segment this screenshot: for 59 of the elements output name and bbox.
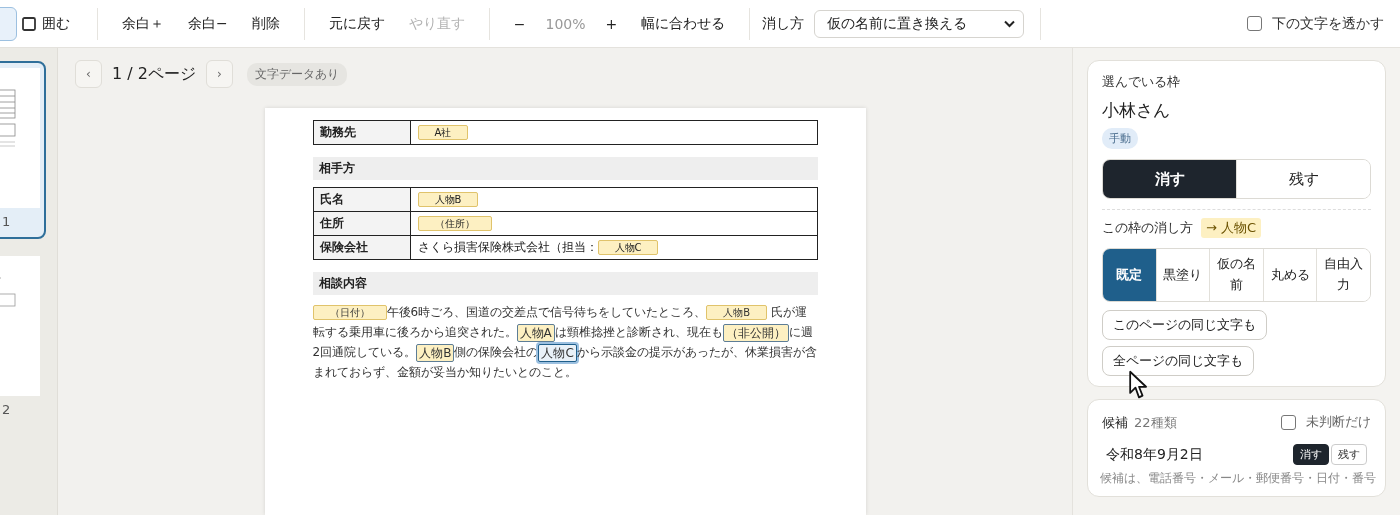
table-cell: 住所 — [313, 211, 410, 236]
replacement-tag: → 人物C — [1201, 218, 1262, 238]
toggle-option[interactable]: 消す — [1103, 160, 1236, 198]
decision-button[interactable]: 残す — [1331, 444, 1367, 465]
table-cell: 保険会社 — [313, 235, 410, 260]
redaction-mask[interactable]: 人物C — [538, 343, 577, 362]
candidate-text: 令和8年9月2日 — [1106, 445, 1203, 464]
redaction-mask[interactable]: 人物C — [597, 240, 659, 255]
previous-page-button[interactable]: ‹ — [75, 60, 102, 88]
redaction-mask[interactable]: （住所） — [417, 216, 492, 231]
redaction-mask[interactable]: 人物A — [516, 323, 555, 342]
page-thumbnail[interactable]: 1 — [0, 61, 46, 239]
toolbar-button[interactable]: 削除 — [239, 10, 292, 37]
method-select[interactable]: 仮の名前に置き換える — [814, 9, 1025, 38]
square-icon — [22, 16, 36, 31]
selected-name: 小林さん — [1102, 99, 1171, 122]
decision-button[interactable]: 消す — [1293, 444, 1329, 465]
checkbox-label: 未判断だけ — [1306, 413, 1371, 431]
card-title: 選んでいる枠 — [1102, 73, 1181, 91]
apply-button[interactable]: このページの同じ文字も — [1102, 310, 1267, 340]
redaction-mask[interactable]: A社 — [417, 125, 469, 140]
chevron-down-icon — [1004, 19, 1016, 28]
candidate-count: 22種類 — [1134, 415, 1177, 430]
page-number: 1 — [2, 214, 11, 229]
redaction-mask[interactable]: （非公開） — [722, 323, 789, 342]
section-heading: 相手方 — [312, 157, 818, 180]
page-number: 2 — [2, 402, 11, 417]
toggle-option[interactable]: 自由入力 — [1316, 249, 1370, 301]
toolbar-button[interactable]: 元に戻す — [316, 10, 397, 37]
checkbox[interactable] — [1281, 414, 1296, 430]
page-thumbnail[interactable]: 2 — [0, 249, 46, 427]
fit-width-button[interactable]: 幅に合わせる — [629, 10, 738, 37]
redaction-mask[interactable]: （日付） — [312, 305, 387, 320]
select-label: 消し方 — [762, 14, 805, 33]
toggle-option[interactable]: 残す — [1236, 160, 1370, 198]
document-text: さくら損害保険株式会社（担当： — [417, 240, 598, 254]
card-title: 候補 — [1102, 415, 1128, 430]
redaction-mask[interactable]: 人物B — [416, 343, 455, 362]
redaction-mask[interactable]: 人物B — [706, 305, 767, 320]
toolbar-button[interactable]: 余白＋ — [110, 10, 176, 37]
zoom-in-button[interactable]: + — [593, 11, 630, 36]
tool-button[interactable]: 囲む — [17, 6, 75, 41]
zoom-level: 100% — [544, 15, 587, 32]
section-heading: 相談内容 — [312, 272, 818, 295]
hint-text: 候補は、電話番号・メール・郵便番号・日付・番号 — [1100, 471, 1376, 486]
toggle-option[interactable]: 既定 — [1103, 249, 1156, 301]
redaction-mask[interactable]: 人物B — [417, 192, 479, 207]
next-page-button[interactable]: › — [205, 60, 233, 88]
table-cell: 氏名 — [313, 187, 410, 212]
table-cell: 勤務先 — [313, 120, 410, 145]
method-label: この枠の消し方 — [1102, 219, 1193, 237]
zoom-out-button[interactable]: − — [501, 11, 538, 36]
checkbox-label: 下の文字を透かす — [1272, 14, 1384, 33]
page-indicator: 1 / 2ページ — [112, 63, 196, 85]
toolbar-button[interactable]: 余白− — [176, 10, 240, 37]
apply-button[interactable]: 全ページの同じ文字も — [1102, 346, 1254, 376]
checkbox[interactable] — [1247, 16, 1262, 31]
badge: 手動 — [1102, 128, 1138, 149]
status-badge: 文字データあり — [246, 62, 347, 86]
